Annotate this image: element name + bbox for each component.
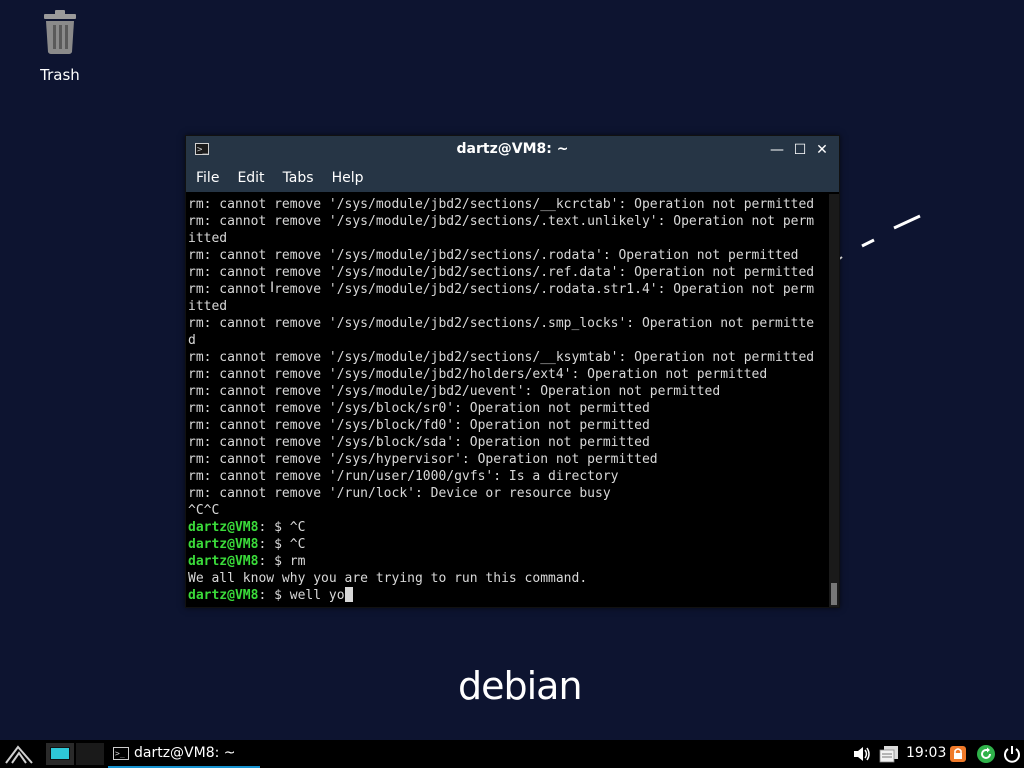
terminal-line: rm: cannot remove '/sys/module/jbd2/sect…	[188, 248, 799, 263]
prompt-command: rm	[289, 554, 306, 569]
menu-help[interactable]: Help	[332, 170, 364, 186]
prompt-line: dartz@VM8: $ ^C	[188, 519, 827, 536]
text-cursor-ibeam-icon: I	[270, 280, 275, 296]
terminal-line: d	[188, 333, 196, 348]
menu-file[interactable]: File	[196, 170, 219, 186]
terminal-line: rm: cannot remove '/sys/module/jbd2/sect…	[188, 214, 815, 229]
lock-screen-icon[interactable]	[948, 744, 968, 764]
prompt-command: ^C	[289, 520, 306, 535]
volume-icon[interactable]	[852, 745, 872, 763]
window-title: dartz@VM8: ~	[456, 141, 569, 157]
prompt-command[interactable]: well yo	[290, 588, 345, 603]
terminal-line: rm: cannot remove '/run/lock': Device or…	[188, 486, 611, 501]
terminal-scrollbar[interactable]	[829, 194, 839, 607]
task-label: dartz@VM8: ~	[134, 745, 236, 761]
clipboard-icon[interactable]	[878, 745, 900, 763]
maximize-button[interactable]: ☐	[791, 141, 809, 159]
prompt-command: ^C	[289, 537, 306, 552]
clock[interactable]: 19:03	[906, 745, 946, 761]
terminal-line: rm: cannot remove '/sys/module/jbd2/sect…	[188, 282, 815, 297]
prompt-suffix: : $	[258, 537, 290, 552]
trash-label: Trash	[40, 66, 80, 84]
terminal-line: rm: cannot remove '/sys/block/fd0': Oper…	[188, 418, 650, 433]
prompt-line: dartz@VM8: $ ^C	[188, 536, 827, 553]
workspace-1[interactable]	[46, 743, 74, 765]
prompt-suffix: : $	[258, 520, 290, 535]
prompt-user: dartz@VM8	[188, 520, 259, 535]
menu-edit[interactable]: Edit	[237, 170, 264, 186]
terminal-line: itted	[188, 299, 228, 314]
terminal-line: rm: cannot remove '/sys/module/jbd2/sect…	[188, 350, 815, 365]
workspace-preview-icon	[50, 747, 70, 760]
terminal-line: rm: cannot remove '/sys/module/jbd2/sect…	[188, 316, 815, 331]
prompt-user: dartz@VM8	[188, 537, 259, 552]
terminal-output[interactable]: rm: cannot remove '/sys/module/jbd2/sect…	[186, 194, 829, 607]
prompt-user: dartz@VM8	[188, 588, 259, 603]
workspace-2[interactable]	[76, 743, 104, 765]
prompt-line: dartz@VM8: $ well yo	[188, 587, 827, 604]
update-icon[interactable]	[976, 744, 996, 764]
menu-tabs[interactable]: Tabs	[283, 170, 314, 186]
terminal-task-icon: >_	[113, 747, 129, 760]
terminal-line: rm: cannot remove '/sys/module/jbd2/hold…	[188, 367, 768, 382]
taskbar-terminal-task[interactable]: >_ dartz@VM8: ~	[108, 740, 260, 768]
prompt-suffix: : $	[258, 588, 290, 603]
minimize-button[interactable]: —	[768, 141, 786, 159]
close-button[interactable]: ✕	[813, 141, 831, 159]
trash-icon	[44, 10, 76, 54]
terminal-line: rm: cannot remove '/sys/hypervisor': Ope…	[188, 452, 658, 467]
terminal-line: rm: cannot remove '/sys/module/jbd2/sect…	[188, 265, 815, 280]
taskbar: >_ dartz@VM8: ~ 19:03	[0, 740, 1024, 768]
terminal-line: rm: cannot remove '/sys/module/jbd2/ueve…	[188, 384, 721, 399]
wallpaper-swirl-decoration	[837, 214, 921, 261]
terminal-line: rm: cannot remove '/sys/block/sr0': Oper…	[188, 401, 650, 416]
terminal-line: rm: cannot remove '/run/user/1000/gvfs':…	[188, 469, 619, 484]
prompt-line: dartz@VM8: $ rm	[188, 553, 827, 570]
terminal-line: rm: cannot remove '/sys/module/jbd2/sect…	[188, 197, 815, 212]
window-titlebar[interactable]: >_ dartz@VM8: ~ — ☐ ✕	[186, 136, 839, 164]
scrollbar-thumb[interactable]	[831, 583, 837, 605]
terminal-line: itted	[188, 231, 228, 246]
prompt-suffix: : $	[258, 554, 290, 569]
prompt-user: dartz@VM8	[188, 554, 259, 569]
debian-wallpaper-logo: debian	[458, 664, 583, 708]
power-icon[interactable]	[1002, 744, 1022, 764]
terminal-message: We all know why you are trying to run th…	[188, 571, 588, 586]
terminal-cursor	[344, 587, 353, 602]
terminal-window[interactable]: >_ dartz@VM8: ~ — ☐ ✕ File Edit Tabs Hel…	[185, 135, 840, 608]
menubar: File Edit Tabs Help	[186, 164, 839, 192]
trash-desktop-icon[interactable]: Trash	[24, 8, 96, 84]
terminal-line: rm: cannot remove '/sys/block/sda': Oper…	[188, 435, 650, 450]
start-menu-icon[interactable]	[4, 743, 34, 765]
terminal-line: ^C^C	[188, 503, 220, 518]
